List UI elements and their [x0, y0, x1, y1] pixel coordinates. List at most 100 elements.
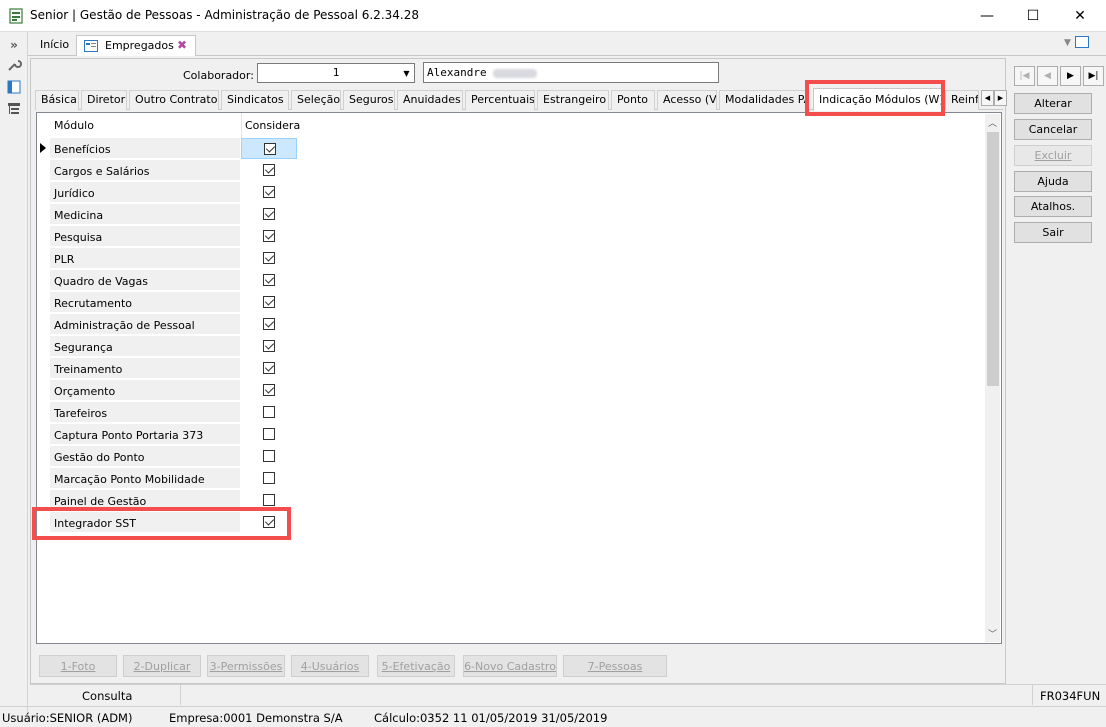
table-row[interactable]: PLR — [37, 248, 297, 270]
considera-checkbox[interactable] — [263, 362, 275, 374]
first-record-icon[interactable]: |◀ — [1014, 66, 1035, 86]
considera-checkbox[interactable] — [263, 472, 275, 484]
tab-anuidades[interactable]: Anuidades — [397, 90, 463, 110]
excluir-button[interactable]: Excluir — [1014, 145, 1092, 166]
tab-sindicatos[interactable]: Sindicatos — [221, 90, 289, 110]
considera-checkbox[interactable] — [263, 450, 275, 462]
table-row[interactable]: Medicina — [37, 204, 297, 226]
considera-cell[interactable] — [241, 248, 297, 269]
maximize-button[interactable]: ☐ — [1010, 0, 1056, 32]
foto-button[interactable]: 1-Foto — [39, 655, 117, 677]
table-row[interactable]: Treinamento — [37, 358, 297, 380]
colaborador-dropdown-icon[interactable]: ▼ — [399, 64, 414, 82]
considera-checkbox[interactable] — [263, 318, 275, 330]
table-row[interactable]: Captura Ponto Portaria 373 — [37, 424, 297, 446]
tab-percentuais[interactable]: Percentuais — [465, 90, 535, 110]
considera-checkbox[interactable] — [263, 186, 275, 198]
tab-acesso[interactable]: Acesso (V) — [657, 90, 717, 110]
atalhos-button[interactable]: Atalhos. — [1014, 196, 1092, 217]
considera-checkbox[interactable] — [263, 296, 275, 308]
tab-selecao[interactable]: Seleção — [291, 90, 341, 110]
table-row[interactable]: Marcação Ponto Mobilidade — [37, 468, 297, 490]
considera-cell[interactable] — [241, 226, 297, 247]
considera-checkbox[interactable] — [263, 274, 275, 286]
tab-inicio[interactable]: Início — [30, 35, 79, 56]
novo-cadastro-button[interactable]: 6-Novo Cadastro — [463, 655, 557, 677]
considera-cell[interactable] — [241, 314, 297, 335]
tab-reinf[interactable]: Reinf — [945, 90, 979, 110]
ajuda-button[interactable]: Ajuda — [1014, 171, 1092, 192]
window-layout-icon[interactable] — [5, 78, 23, 96]
restore-window-icon[interactable] — [1075, 36, 1089, 48]
tab-modalidades-pat[interactable]: Modalidades PAT — [719, 90, 809, 110]
scroll-thumb[interactable] — [987, 132, 999, 386]
tab-diretor[interactable]: Diretor — [81, 90, 127, 110]
permissoes-button[interactable]: 3-Permissões — [207, 655, 285, 677]
cancelar-button[interactable]: Cancelar — [1014, 119, 1092, 140]
table-row[interactable]: Segurança — [37, 336, 297, 358]
considera-cell[interactable] — [241, 292, 297, 313]
considera-cell[interactable] — [241, 204, 297, 225]
usuarios-button[interactable]: 4-Usuários — [291, 655, 369, 677]
close-button[interactable]: ✕ — [1057, 0, 1103, 32]
considera-cell[interactable] — [241, 160, 297, 181]
tab-outro-contrato[interactable]: Outro Contrato — [129, 90, 219, 110]
considera-cell[interactable] — [241, 424, 297, 445]
considera-checkbox[interactable] — [263, 208, 275, 220]
considera-checkbox[interactable] — [263, 406, 275, 418]
tree-icon[interactable] — [5, 100, 23, 118]
table-row[interactable]: Pesquisa — [37, 226, 297, 248]
considera-cell[interactable] — [241, 336, 297, 357]
expand-icon[interactable]: » — [5, 36, 23, 54]
table-row[interactable]: Benefícios — [37, 138, 297, 160]
last-record-icon[interactable]: ▶| — [1083, 66, 1104, 86]
dropdown-icon[interactable]: ▼ — [1064, 38, 1071, 48]
tab-scroll-left-icon[interactable]: ◀ — [981, 90, 994, 106]
considera-checkbox[interactable] — [263, 252, 275, 264]
table-row[interactable]: Jurídico — [37, 182, 297, 204]
considera-cell[interactable] — [241, 380, 297, 401]
considera-checkbox[interactable] — [263, 428, 275, 440]
tab-estrangeiro[interactable]: Estrangeiro — [537, 90, 609, 110]
next-record-icon[interactable]: ▶ — [1060, 66, 1081, 86]
considera-checkbox[interactable] — [263, 494, 275, 506]
considera-checkbox[interactable] — [263, 230, 275, 242]
considera-cell[interactable] — [241, 270, 297, 291]
tab-seguros[interactable]: Seguros — [343, 90, 395, 110]
alterar-button[interactable]: Alterar — [1014, 93, 1092, 114]
considera-cell[interactable] — [241, 138, 297, 159]
scroll-up-icon[interactable]: ︿ — [985, 114, 1000, 131]
considera-cell[interactable] — [241, 402, 297, 423]
pessoas-button[interactable]: 7-Pessoas — [563, 655, 667, 677]
table-row[interactable]: Cargos e Salários — [37, 160, 297, 182]
efetivacao-button[interactable]: 5-Efetivação — [377, 655, 455, 677]
tab-basica[interactable]: Básica — [35, 90, 79, 110]
tab-scroll-right-icon[interactable]: ▶ — [994, 90, 1007, 106]
table-row[interactable]: Administração de Pessoal — [37, 314, 297, 336]
considera-checkbox[interactable] — [264, 143, 276, 155]
duplicar-button[interactable]: 2-Duplicar — [123, 655, 201, 677]
close-tab-icon[interactable]: ✖ — [177, 38, 187, 52]
table-row[interactable]: Quadro de Vagas — [37, 270, 297, 292]
considera-cell[interactable] — [241, 468, 297, 489]
column-considera[interactable]: Considera — [241, 113, 300, 138]
considera-checkbox[interactable] — [263, 340, 275, 352]
table-row[interactable]: Recrutamento — [37, 292, 297, 314]
colaborador-input[interactable]: 1 — [257, 63, 415, 83]
considera-cell[interactable] — [241, 446, 297, 467]
table-row[interactable]: Orçamento — [37, 380, 297, 402]
table-row[interactable]: Tarefeiros — [37, 402, 297, 424]
minimize-button[interactable]: — — [964, 0, 1010, 32]
column-modulo[interactable]: Módulo — [50, 113, 241, 138]
vertical-scrollbar[interactable]: ︿ ﹀ — [985, 114, 1000, 642]
sair-button[interactable]: Sair — [1014, 222, 1092, 243]
considera-checkbox[interactable] — [263, 384, 275, 396]
scroll-down-icon[interactable]: ﹀ — [985, 625, 1000, 642]
considera-cell[interactable] — [241, 358, 297, 379]
previous-record-icon[interactable]: ◀ — [1037, 66, 1058, 86]
tab-empregados[interactable]: Empregados ✖ — [76, 35, 196, 56]
table-row[interactable]: Gestão do Ponto — [37, 446, 297, 468]
considera-cell[interactable] — [241, 182, 297, 203]
considera-checkbox[interactable] — [263, 164, 275, 176]
tab-ponto[interactable]: Ponto — [611, 90, 655, 110]
